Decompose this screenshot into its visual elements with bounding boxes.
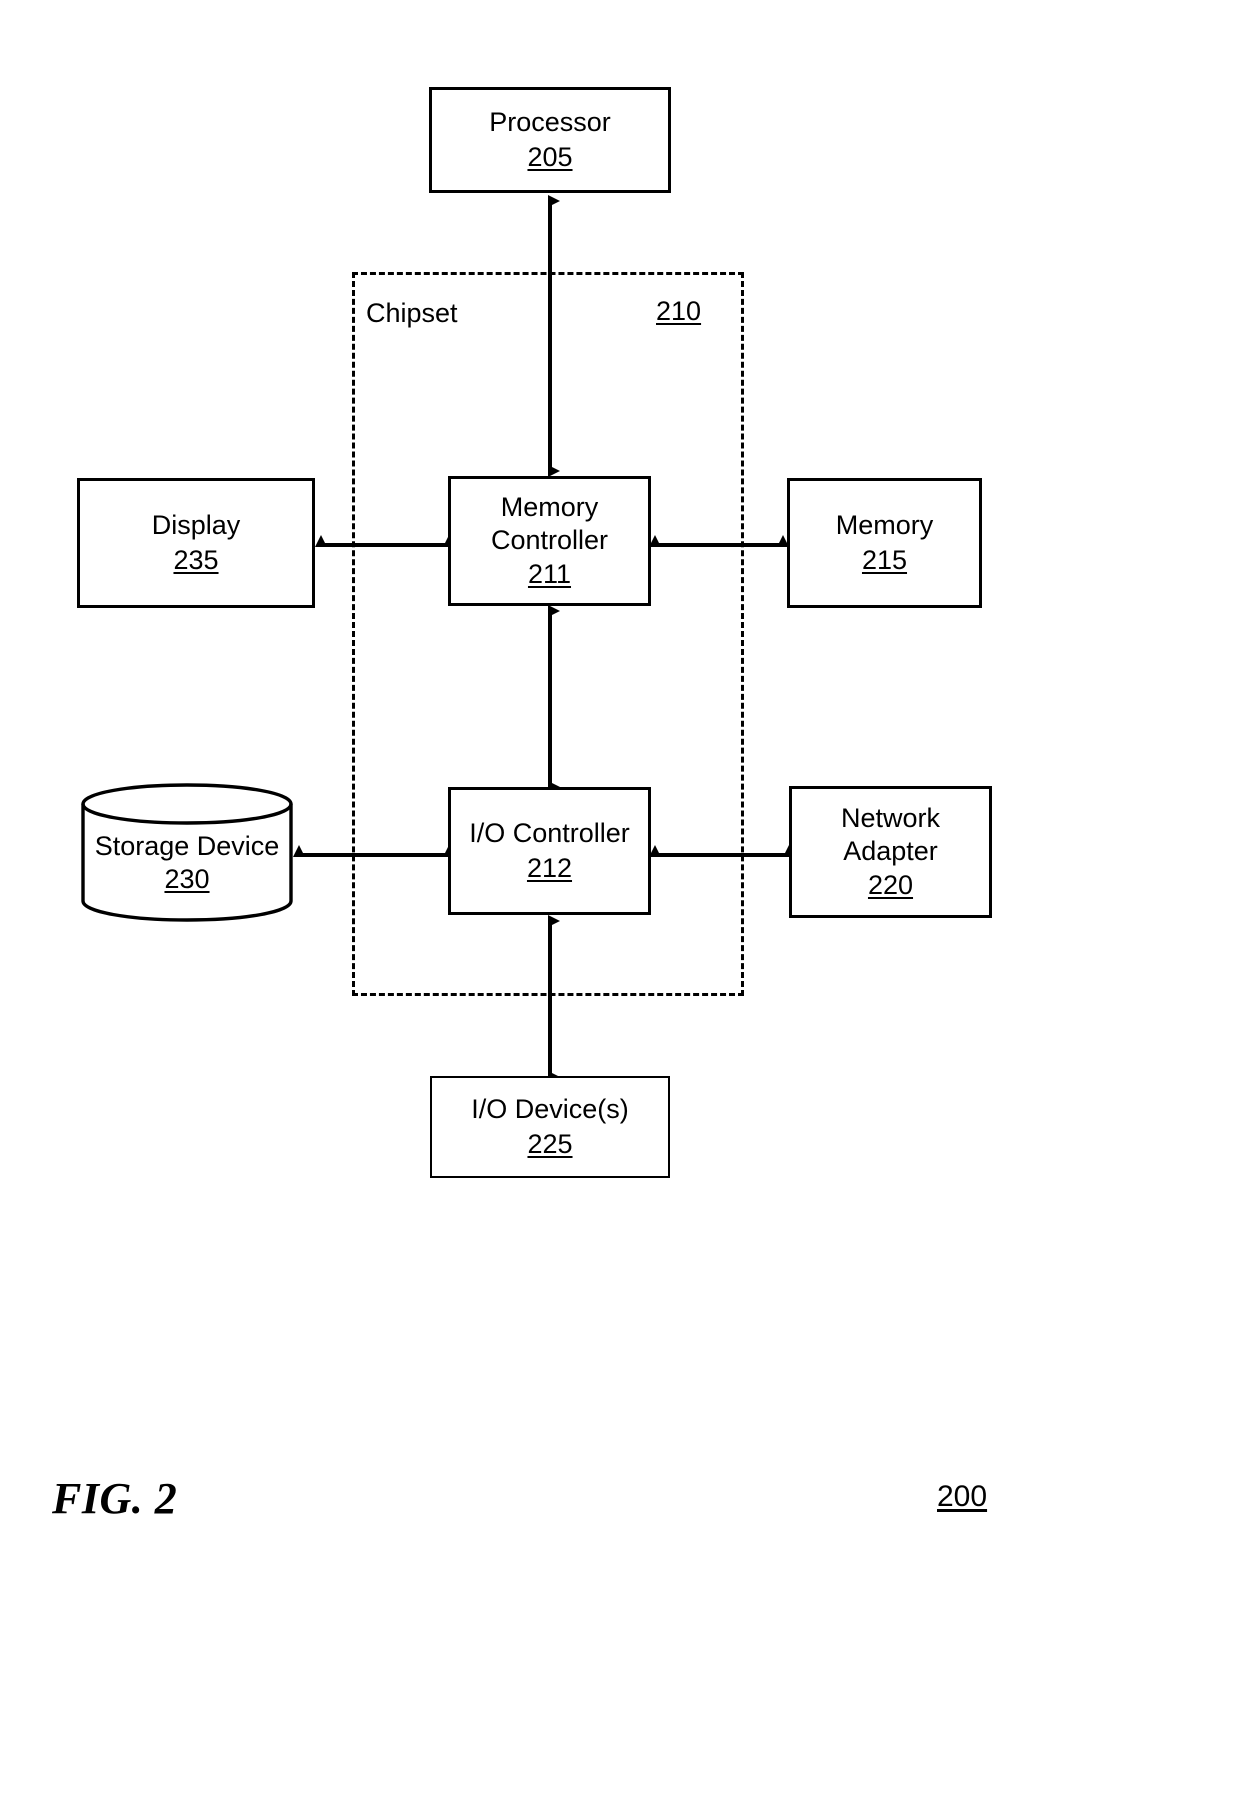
node-memory-controller-reference-number: 211: [527, 559, 572, 590]
node-io-controller-label: I/O Controller: [469, 818, 630, 849]
node-memory-controller[interactable]: Memory Controller 211: [448, 476, 651, 606]
node-network-adapter-reference-number: 220: [867, 870, 914, 901]
node-storage-device[interactable]: Storage Device 230: [80, 782, 294, 923]
node-io-devices-label: I/O Device(s): [471, 1094, 629, 1125]
connector-io-controller-network-adapter: [644, 838, 800, 872]
node-io-controller[interactable]: I/O Controller 212: [448, 787, 651, 915]
node-display-label: Display: [151, 510, 241, 541]
node-memory[interactable]: Memory 215: [787, 478, 982, 608]
node-storage-device-reference-number: 230: [164, 863, 210, 894]
connector-memory-controller-io-controller: [533, 600, 567, 798]
node-network-adapter[interactable]: Network Adapter 220: [789, 786, 992, 918]
node-io-devices-reference-number: 225: [527, 1129, 573, 1159]
connector-io-controller-io-devices: [533, 910, 567, 1088]
connector-display-memory-controller: [310, 528, 460, 562]
chipset-label: Chipset: [366, 298, 458, 328]
node-io-controller-reference-number: 212: [526, 853, 573, 883]
node-memory-controller-label-line2: Controller: [490, 524, 609, 555]
node-processor[interactable]: Processor 205: [429, 87, 671, 193]
figure-reference-number: 200: [937, 1480, 988, 1513]
node-network-adapter-label-line1: Network: [840, 802, 941, 833]
node-storage-device-label: Storage Device: [94, 831, 280, 861]
node-memory-reference-number: 215: [861, 545, 908, 575]
node-io-devices[interactable]: I/O Device(s) 225: [430, 1076, 670, 1178]
figure-caption: FIG. 2: [52, 1474, 178, 1523]
node-network-adapter-label-line2: Adapter: [843, 835, 938, 866]
node-memory-controller-label-line1: Memory: [500, 491, 599, 522]
node-display[interactable]: Display 235: [77, 478, 315, 608]
node-memory-label: Memory: [835, 510, 934, 541]
node-processor-reference-number: 205: [527, 142, 573, 172]
connector-memory-controller-memory: [644, 528, 794, 562]
connector-processor-memory-controller: [533, 190, 567, 482]
chipset-reference-number: 210: [656, 296, 702, 326]
node-display-reference-number: 235: [173, 545, 219, 575]
connector-storage-device-io-controller: [288, 838, 460, 872]
node-processor-label: Processor: [489, 107, 611, 138]
figure-page: Chipset 210 Processor 205 Memory Control…: [0, 0, 1240, 1819]
